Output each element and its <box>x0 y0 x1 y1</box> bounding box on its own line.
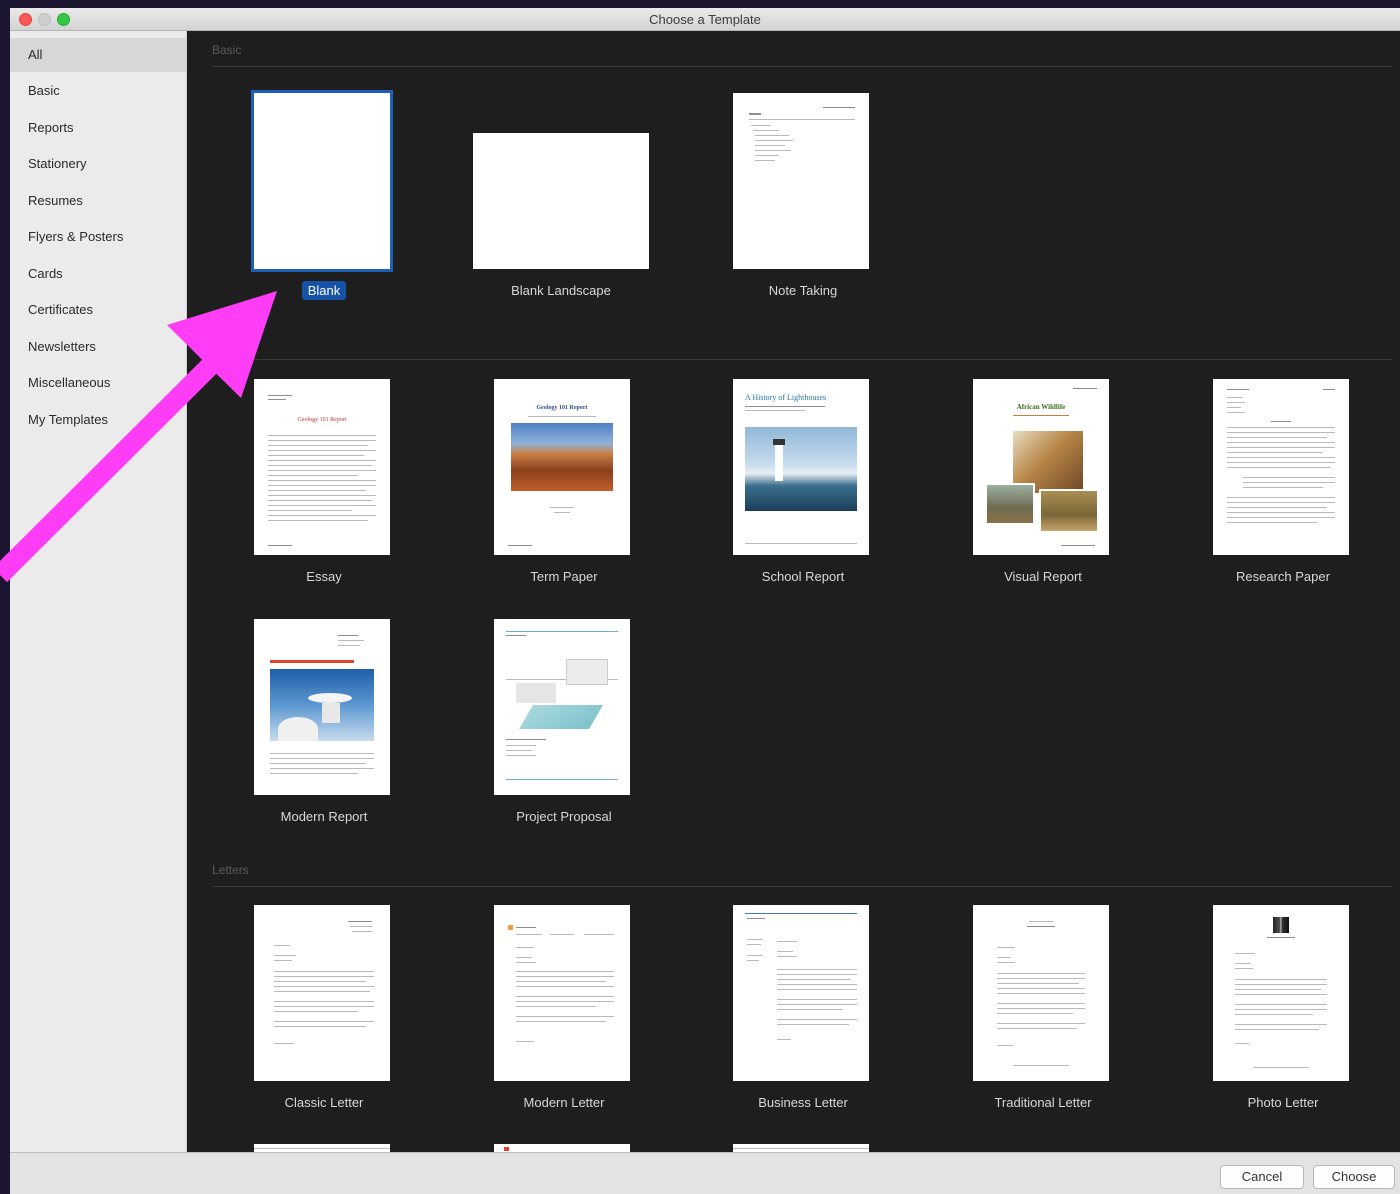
sidebar-item-label: Certificates <box>28 302 94 317</box>
architecture-photo <box>270 669 374 741</box>
sidebar-item-resumes[interactable]: Resumes <box>10 184 186 218</box>
template-thumbnail[interactable] <box>1213 379 1349 555</box>
category-sidebar: All Basic Reports Stationery Resumes Fly… <box>10 31 187 1152</box>
template-label: Blank <box>214 281 434 300</box>
title-bar: Choose a Template <box>10 8 1400 31</box>
template-chooser-window: Choose a Template All Basic Reports Stat… <box>10 8 1400 1194</box>
template-thumbnail[interactable] <box>733 93 869 269</box>
template-thumbnail-partial[interactable] <box>733 1144 869 1152</box>
architecture-sketch <box>506 649 618 729</box>
sidebar-item-basic[interactable]: Basic <box>10 74 186 108</box>
template-label: Term Paper <box>530 569 598 584</box>
sidebar-item-label: Resumes <box>28 193 83 208</box>
section-divider <box>212 886 1392 887</box>
sidebar-item-cards[interactable]: Cards <box>10 257 186 291</box>
sidebar-item-label: Miscellaneous <box>28 375 111 390</box>
section-divider <box>212 66 1392 67</box>
thumbnail-heading: Geology 101 Report <box>536 405 588 411</box>
template-label: Essay <box>306 569 342 584</box>
sidebar-item-newsletters[interactable]: Newsletters <box>10 330 186 364</box>
template-label: Note Taking <box>768 283 838 298</box>
sidebar-item-label: Basic <box>28 83 60 98</box>
thumbnail-heading: A History of Lighthouses <box>745 393 827 402</box>
template-label: Blank Landscape <box>511 283 611 298</box>
template-thumbnail[interactable] <box>254 905 390 1081</box>
template-label: Photo Letter <box>1247 1095 1319 1110</box>
dialog-footer: Cancel Choose <box>10 1152 1400 1194</box>
sidebar-item-label: All <box>28 47 43 62</box>
section-label-basic: Basic <box>212 43 242 57</box>
cancel-button[interactable]: Cancel <box>1220 1165 1304 1189</box>
sidebar-item-stationery[interactable]: Stationery <box>10 147 186 181</box>
lighthouse-photo <box>745 427 857 511</box>
template-thumbnail-partial[interactable] <box>494 1144 630 1152</box>
sidebar-item-label: Newsletters <box>28 339 96 354</box>
template-label: Research Paper <box>1236 569 1330 584</box>
meerkat-photo <box>1039 489 1099 533</box>
thumbnail-heading: Geology 101 Report <box>297 417 347 423</box>
window-title: Choose a Template <box>649 12 761 27</box>
sidebar-item-my-templates[interactable]: My Templates <box>10 403 186 437</box>
template-thumbnail[interactable] <box>494 905 630 1081</box>
sidebar-item-flyers-posters[interactable]: Flyers & Posters <box>10 220 186 254</box>
template-label: Business Letter <box>758 1095 848 1110</box>
template-label: School Report <box>761 569 845 584</box>
template-label: Modern Letter <box>523 1095 605 1110</box>
sidebar-item-all[interactable]: All <box>10 38 186 72</box>
template-thumbnail[interactable]: A History of Lighthouses <box>733 379 869 555</box>
sidebar-item-certificates[interactable]: Certificates <box>10 293 186 327</box>
template-thumbnail[interactable]: Geology 101 Report <box>254 379 390 555</box>
canyon-photo <box>511 423 613 491</box>
template-thumbnail[interactable]: African Wildlife <box>973 379 1109 555</box>
template-label: Classic Letter <box>284 1095 364 1110</box>
template-label: Traditional Letter <box>994 1095 1092 1110</box>
template-thumbnail[interactable] <box>1213 905 1349 1081</box>
template-thumbnail[interactable] <box>473 133 649 269</box>
template-label: Modern Report <box>280 809 368 824</box>
template-label: Project Proposal <box>516 809 612 824</box>
template-thumbnail[interactable] <box>733 905 869 1081</box>
sidebar-item-label: Flyers & Posters <box>28 229 124 244</box>
sidebar-item-miscellaneous[interactable]: Miscellaneous <box>10 366 186 400</box>
template-thumbnail[interactable] <box>494 619 630 795</box>
sidebar-item-label: Stationery <box>28 156 87 171</box>
sidebar-item-reports[interactable]: Reports <box>10 111 186 145</box>
choose-button[interactable]: Choose <box>1313 1165 1395 1189</box>
template-thumbnail[interactable]: Geology 101 Report <box>494 379 630 555</box>
sidebar-item-label: Reports <box>28 120 74 135</box>
template-thumbnail[interactable] <box>254 619 390 795</box>
sidebar-item-label: My Templates <box>28 412 108 427</box>
section-divider <box>212 359 1392 360</box>
template-thumbnail[interactable] <box>251 90 393 272</box>
template-thumbnail[interactable] <box>973 905 1109 1081</box>
thumbnail-heading: African Wildlife <box>1016 403 1066 411</box>
sidebar-item-label: Cards <box>28 266 63 281</box>
template-thumbnail-partial[interactable] <box>254 1144 390 1152</box>
elephant-photo <box>985 483 1035 525</box>
photo-logo <box>1273 917 1289 933</box>
template-label: Visual Report <box>1004 569 1082 584</box>
template-gallery: Basic Blank Blank Landscape Note Taking … <box>187 31 1400 1152</box>
section-label-letters: Letters <box>212 863 249 877</box>
